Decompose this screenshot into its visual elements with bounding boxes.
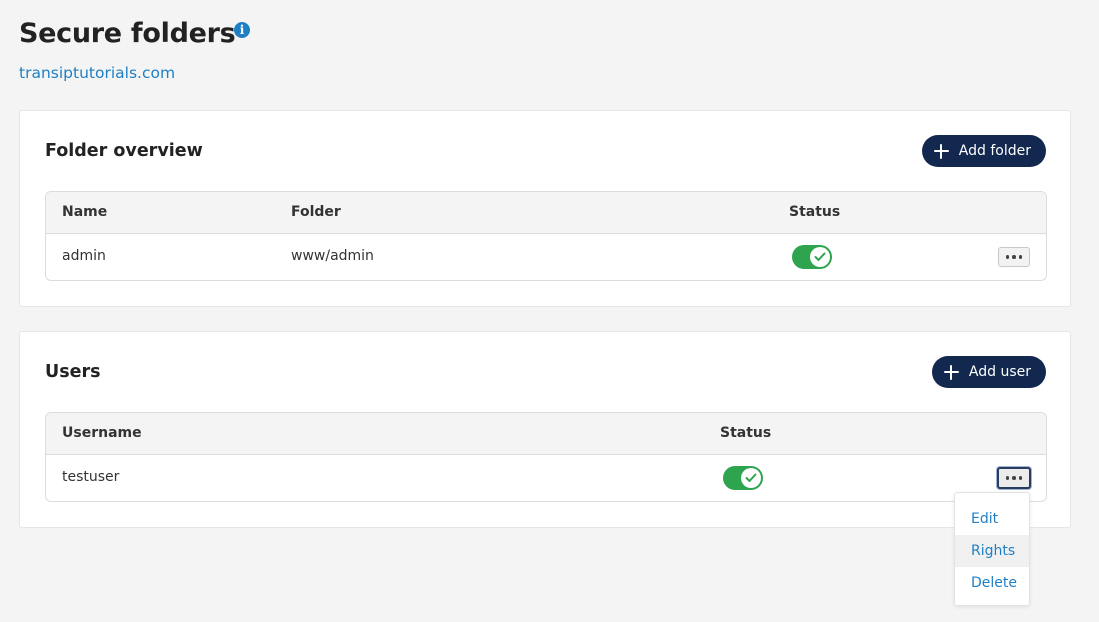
- users-table-header: Username Status: [46, 413, 1046, 455]
- dot: [1005, 476, 1010, 480]
- add-folder-label: Add folder: [958, 143, 1031, 159]
- checkmark-icon: [814, 252, 826, 261]
- column-header-status: Status: [789, 204, 841, 220]
- folder-table: Name Folder Status admin www/admin: [45, 191, 1047, 281]
- folder-overview-title: Folder overview: [45, 141, 203, 161]
- column-header-status: Status: [720, 425, 772, 441]
- column-header-username: Username: [62, 425, 142, 441]
- menu-item-rights[interactable]: Rights: [955, 535, 1029, 567]
- add-folder-button[interactable]: Add folder: [921, 135, 1046, 167]
- page-title: Secure folders: [19, 18, 236, 49]
- info-icon[interactable]: i: [234, 22, 250, 38]
- folder-name-cell: admin: [62, 248, 106, 264]
- menu-item-edit[interactable]: Edit: [955, 503, 1029, 535]
- domain-link[interactable]: transiptutorials.com: [19, 64, 175, 82]
- table-row: admin www/admin: [46, 233, 1046, 280]
- user-more-actions-button[interactable]: [997, 467, 1031, 489]
- column-header-folder: Folder: [291, 204, 341, 220]
- folder-status-toggle[interactable]: [792, 245, 832, 269]
- folder-table-header: Name Folder Status: [46, 192, 1046, 234]
- dot: [1018, 476, 1023, 480]
- users-card: Users Add user Username Status testuser: [19, 331, 1071, 528]
- folder-more-actions-button[interactable]: [998, 247, 1030, 267]
- folder-overview-card: Folder overview Add folder Name Folder S…: [19, 110, 1071, 307]
- plus-icon: [943, 364, 959, 380]
- dot: [1018, 255, 1023, 259]
- folder-path-cell: www/admin: [291, 248, 374, 264]
- plus-icon: [933, 143, 949, 159]
- dot: [1005, 255, 1010, 259]
- add-user-button[interactable]: Add user: [931, 356, 1046, 388]
- username-cell: testuser: [62, 469, 120, 485]
- menu-item-delete[interactable]: Delete: [955, 567, 1029, 599]
- page-header: Secure folders i: [19, 18, 250, 49]
- actions-dropdown-menu: Edit Rights Delete: [954, 492, 1030, 606]
- toggle-knob: [810, 247, 830, 267]
- column-header-name: Name: [62, 204, 108, 220]
- add-user-label: Add user: [968, 364, 1031, 380]
- users-title: Users: [45, 362, 101, 382]
- users-table: Username Status testuser: [45, 412, 1047, 502]
- user-status-toggle[interactable]: [723, 466, 763, 490]
- dot: [1012, 476, 1016, 480]
- table-row: testuser: [46, 454, 1046, 501]
- toggle-knob: [741, 468, 761, 488]
- dot: [1012, 255, 1016, 259]
- checkmark-icon: [745, 473, 757, 482]
